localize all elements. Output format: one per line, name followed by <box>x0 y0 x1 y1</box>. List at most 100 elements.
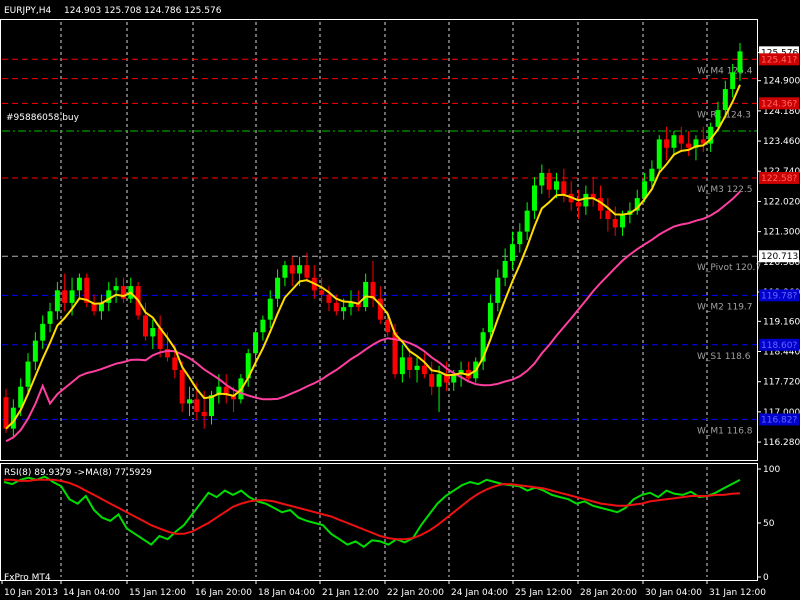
order-label: #95886058 buy <box>6 113 80 123</box>
candle-body <box>686 143 692 148</box>
price-tag-label: 124.36? <box>761 99 797 109</box>
level-label-w-pivot: W_Pivot 120.7 <box>697 263 761 273</box>
rsi-tick-label: 50 <box>763 519 775 529</box>
candle-body <box>253 332 259 354</box>
candle-body <box>531 185 537 211</box>
candle-body <box>509 244 515 261</box>
candle-body <box>267 298 273 320</box>
price-tag-label: 119.78? <box>761 291 797 301</box>
candle-body <box>605 210 611 220</box>
candle-body <box>319 290 325 295</box>
candle-body <box>561 181 567 194</box>
candle-body <box>737 51 743 73</box>
rsi-tick-label: 0 <box>763 573 769 583</box>
candle-body <box>414 365 420 370</box>
price-tick-label: 116.280 <box>763 438 800 448</box>
time-tick-label: 16 Jan 20:00 <box>195 588 252 598</box>
candle-body <box>524 210 530 232</box>
candle-body <box>150 328 156 337</box>
candle-body <box>40 323 46 341</box>
candle-body <box>201 411 207 417</box>
price-tag-label: 125.41? <box>761 55 797 65</box>
candle-body <box>179 369 185 404</box>
price-tick-label: 122.020 <box>763 197 800 207</box>
candle-body <box>407 357 413 370</box>
candle-body <box>69 290 75 303</box>
chart-window[interactable]: W_M4 125.4W_R1 124.3W_M3 122.5W_Pivot 12… <box>0 0 800 600</box>
price-tag-label: 118.60? <box>761 341 797 351</box>
candle-body <box>282 265 288 278</box>
candle-body <box>363 281 369 308</box>
time-tick-label: 10 Jan 2013 <box>4 588 58 598</box>
ohlc-values: 124.903 125.708 124.786 125.576 <box>64 6 222 16</box>
time-tick-label: 24 Jan 04:00 <box>451 588 508 598</box>
candle-body <box>3 397 9 429</box>
candle-body <box>297 265 303 274</box>
candle-body <box>172 357 178 370</box>
level-label-w-s1: W_S1 118.6 <box>697 352 751 362</box>
price-tick-label: 121.300 <box>763 228 800 238</box>
candle-body <box>546 172 552 190</box>
time-tick-label: 31 Jan 12:00 <box>709 588 766 598</box>
time-tick-label: 14 Jan 04:00 <box>63 588 120 598</box>
candle-body <box>495 277 501 303</box>
candle-body <box>517 231 523 245</box>
candle-body <box>730 72 736 90</box>
candle-body <box>113 286 119 291</box>
candle-body <box>187 399 192 404</box>
candle-body <box>539 172 545 186</box>
time-tick-label: 22 Jan 20:00 <box>387 588 444 598</box>
candle-body <box>649 168 655 182</box>
candle-body <box>399 357 405 375</box>
price-tag-label: 120.713 <box>761 252 798 262</box>
price-tick-label: 119.160 <box>763 317 800 327</box>
candle-body <box>54 290 60 312</box>
price-tick-label: 124.900 <box>763 77 800 87</box>
candle-body <box>142 315 148 337</box>
time-tick-label: 15 Jan 12:00 <box>129 588 186 598</box>
level-label-w-m1: W_M1 116.8 <box>697 426 753 436</box>
candle-body <box>326 294 332 303</box>
symbol-timeframe: EURJPY,H4 <box>4 6 52 16</box>
candle-body <box>576 202 582 207</box>
candle-body <box>671 135 677 148</box>
candle-body <box>421 365 427 375</box>
candle-body <box>47 311 53 324</box>
candle-body <box>612 219 618 228</box>
candle-body <box>32 340 38 362</box>
candle-body <box>656 139 662 169</box>
candle-body <box>62 290 68 303</box>
candle-body <box>275 277 281 299</box>
candle-body <box>25 361 31 387</box>
level-label-w-m3: W_M3 122.5 <box>697 185 753 195</box>
candle-body <box>487 302 493 333</box>
candle-body <box>664 139 670 148</box>
candle-body <box>554 181 559 190</box>
candle-body <box>76 277 82 291</box>
candle-body <box>436 374 442 387</box>
candle-body <box>333 302 339 312</box>
time-tick-label: 28 Jan 20:00 <box>580 588 637 598</box>
broker-watermark: FxPro MT4 <box>4 573 51 583</box>
candle-body <box>304 265 310 278</box>
candle-body <box>620 214 626 228</box>
candle-body <box>583 193 589 207</box>
candle-body <box>429 374 435 387</box>
price-tick-label: 117.720 <box>763 378 800 388</box>
chart-background <box>0 0 800 600</box>
time-tick-label: 18 Jan 04:00 <box>258 588 315 598</box>
candle-body <box>502 260 508 278</box>
candle-body <box>289 265 295 274</box>
time-tick-label: 30 Jan 04:00 <box>645 588 702 598</box>
candle-body <box>678 135 684 144</box>
candle-body <box>260 319 266 333</box>
level-label-w-m4: W_M4 125.4 <box>697 66 753 76</box>
candle-body <box>722 89 728 111</box>
rsi-tick-label: 100 <box>763 465 780 475</box>
candle-body <box>341 307 347 312</box>
price-tag-label: 122.58? <box>761 174 797 184</box>
price-tick-label: 123.460 <box>763 137 800 147</box>
time-tick-label: 21 Jan 12:00 <box>322 588 379 598</box>
price-tag-label: 116.82? <box>761 415 797 425</box>
time-tick-label: 25 Jan 12:00 <box>515 588 572 598</box>
